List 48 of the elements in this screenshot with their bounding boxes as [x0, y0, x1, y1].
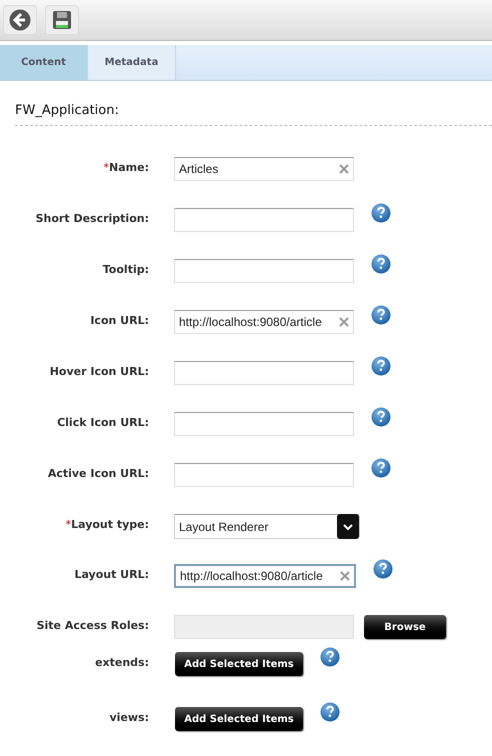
text-field[interactable]: Articles	[174, 157, 354, 181]
help-icon[interactable]	[371, 356, 391, 376]
help-icon[interactable]	[371, 203, 391, 223]
clear-icon[interactable]	[339, 164, 349, 174]
field-label: Click Icon URL:	[57, 415, 149, 431]
help-icon[interactable]	[320, 647, 340, 667]
required-asterisk: *	[104, 160, 110, 176]
help-icon[interactable]	[371, 407, 391, 427]
text-field[interactable]	[174, 463, 354, 487]
field-value: http://localhost:9080/article	[179, 314, 323, 331]
text-field[interactable]: http://localhost:9080/article	[174, 564, 356, 588]
form-title: FW_Application:	[15, 102, 120, 120]
help-icon[interactable]	[373, 559, 393, 579]
field-label: Icon URL:	[90, 313, 149, 329]
clear-icon[interactable]	[340, 571, 350, 581]
field-label: Layout URL:	[74, 567, 149, 583]
help-icon[interactable]	[320, 702, 340, 722]
field-label: extends:	[95, 655, 149, 671]
save-button[interactable]	[45, 5, 79, 35]
field-label: views:	[109, 710, 149, 726]
field-label: Layout type:	[71, 517, 149, 533]
clear-icon[interactable]	[339, 317, 349, 327]
help-icon[interactable]	[371, 458, 391, 478]
field-label: Hover Icon URL:	[50, 364, 149, 380]
field-value: Articles	[179, 161, 220, 178]
dark-button[interactable]: Add Selected Items	[175, 652, 303, 676]
text-field[interactable]	[174, 361, 354, 385]
help-icon[interactable]	[371, 305, 391, 325]
field-label: Short Description:	[36, 211, 149, 227]
field-label: Site Access Roles:	[36, 618, 149, 634]
tab[interactable]: Metadata	[88, 45, 176, 80]
text-field[interactable]	[174, 208, 354, 232]
required-asterisk: *	[66, 517, 72, 533]
field-label: Tooltip:	[102, 262, 149, 278]
back-button[interactable]	[3, 5, 37, 35]
text-field[interactable]	[174, 412, 354, 436]
dark-button[interactable]: Browse	[364, 615, 446, 639]
field-label: Active Icon URL:	[48, 466, 149, 482]
dropdown[interactable]: Layout Renderer	[174, 514, 360, 539]
dropdown-value: Layout Renderer	[178, 518, 270, 536]
tab[interactable]: Content	[0, 45, 88, 80]
chevron-down-icon[interactable]	[337, 514, 359, 539]
dark-button[interactable]: Add Selected Items	[175, 707, 303, 731]
field-label: Name:	[109, 160, 149, 176]
text-field[interactable]	[174, 259, 354, 283]
text-field[interactable]: http://localhost:9080/article	[174, 310, 354, 334]
field-value: http://localhost:9080/article	[180, 568, 324, 585]
help-icon[interactable]	[371, 254, 391, 274]
